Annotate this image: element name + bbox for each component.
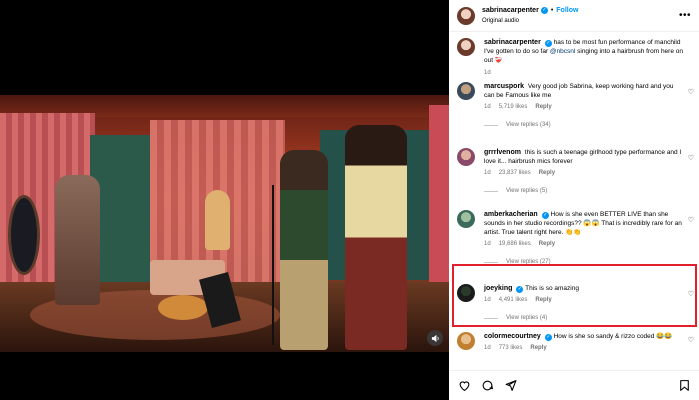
reply-button[interactable]: Reply — [535, 103, 551, 112]
verified-badge-icon: ✓ — [541, 212, 549, 219]
comment-icon[interactable] — [480, 379, 494, 393]
verified-badge-icon: ✓ — [544, 334, 552, 341]
heart-icon[interactable]: ♡ — [688, 154, 694, 162]
ottoman — [158, 295, 208, 320]
bookmark-icon[interactable] — [677, 379, 691, 393]
avatar[interactable] — [457, 332, 475, 350]
audio-label[interactable]: Original audio — [482, 16, 578, 27]
separator-dot: • — [550, 6, 554, 14]
more-options-icon[interactable]: ••• — [679, 10, 691, 21]
comment-time: 1d — [484, 170, 491, 176]
like-count[interactable]: 5,719 likes — [499, 103, 528, 112]
performer-right — [345, 125, 407, 350]
performer-left — [55, 175, 100, 305]
avatar[interactable] — [457, 82, 475, 100]
view-replies-button[interactable]: View replies (5) — [484, 187, 684, 196]
caption-username[interactable]: sabrinacarpenter — [484, 39, 541, 46]
performer-center — [280, 150, 328, 350]
comment-item: colormecourtney ✓ How is she so sandy & r… — [449, 330, 699, 370]
action-bar — [449, 370, 699, 400]
view-replies-button[interactable]: View replies (34) — [484, 121, 684, 130]
comment-item: grrrlvenom this is such a teenage girlho… — [449, 148, 699, 210]
post-panel: sabrinacarpenter ✓ • Follow Original aud… — [449, 0, 699, 400]
like-count[interactable]: 23,837 likes — [499, 169, 531, 178]
comment-username[interactable]: colormecourtney — [484, 333, 541, 340]
avatar[interactable] — [457, 210, 475, 228]
speaker-icon[interactable] — [427, 330, 443, 346]
follow-button[interactable]: Follow — [556, 5, 578, 16]
video-pane[interactable] — [0, 0, 449, 400]
reply-button[interactable]: Reply — [530, 344, 546, 353]
caption-time: 1d — [484, 70, 491, 76]
heart-emoji: ❤️‍🩹 — [494, 58, 503, 64]
author-username[interactable]: sabrinacarpenter — [482, 5, 539, 16]
comment-time: 1d — [484, 241, 491, 247]
mic-stand — [272, 185, 274, 345]
post-caption: sabrinacarpenter ✓ has to be most fun per… — [449, 32, 699, 82]
comment-username[interactable]: amberkacherian — [484, 211, 538, 218]
share-icon[interactable] — [503, 379, 517, 393]
performer-bed — [205, 190, 230, 250]
heart-icon[interactable]: ♡ — [688, 216, 694, 224]
comment-time: 1d — [484, 345, 491, 351]
reply-button[interactable]: Reply — [539, 169, 555, 178]
avatar[interactable] — [457, 38, 475, 56]
video-player[interactable] — [0, 95, 449, 352]
comment-username[interactable]: marcuspork — [484, 83, 524, 90]
like-count[interactable]: 19,686 likes — [499, 240, 531, 249]
avatar[interactable] — [457, 148, 475, 166]
comment-text: How is she so sandy & rizzo coded 😂😂 — [553, 333, 673, 340]
highlight-box — [452, 264, 697, 327]
view-replies-label: View replies (5) — [506, 188, 548, 194]
verified-badge-icon: ✓ — [540, 6, 548, 14]
standing-mirror — [8, 195, 40, 275]
view-replies-label: View replies (34) — [506, 122, 551, 128]
heart-icon[interactable]: ♡ — [688, 336, 694, 344]
comment-item: amberkacherian ✓ How is she even BETTER L… — [449, 210, 699, 270]
heart-icon[interactable] — [457, 379, 471, 393]
reply-button[interactable]: Reply — [539, 240, 555, 249]
comment-time: 1d — [484, 104, 491, 110]
post-header: sabrinacarpenter ✓ • Follow Original aud… — [449, 0, 699, 32]
comment-item: marcuspork Very good job Sabrina, keep w… — [449, 82, 699, 148]
avatar[interactable] — [457, 6, 475, 25]
like-count[interactable]: 773 likes — [499, 344, 523, 353]
heart-icon[interactable]: ♡ — [688, 88, 694, 96]
comment-username[interactable]: grrrlvenom — [484, 149, 521, 156]
verified-badge-icon: ✓ — [544, 40, 552, 47]
mention-link[interactable]: @nbcsnl — [550, 48, 575, 55]
